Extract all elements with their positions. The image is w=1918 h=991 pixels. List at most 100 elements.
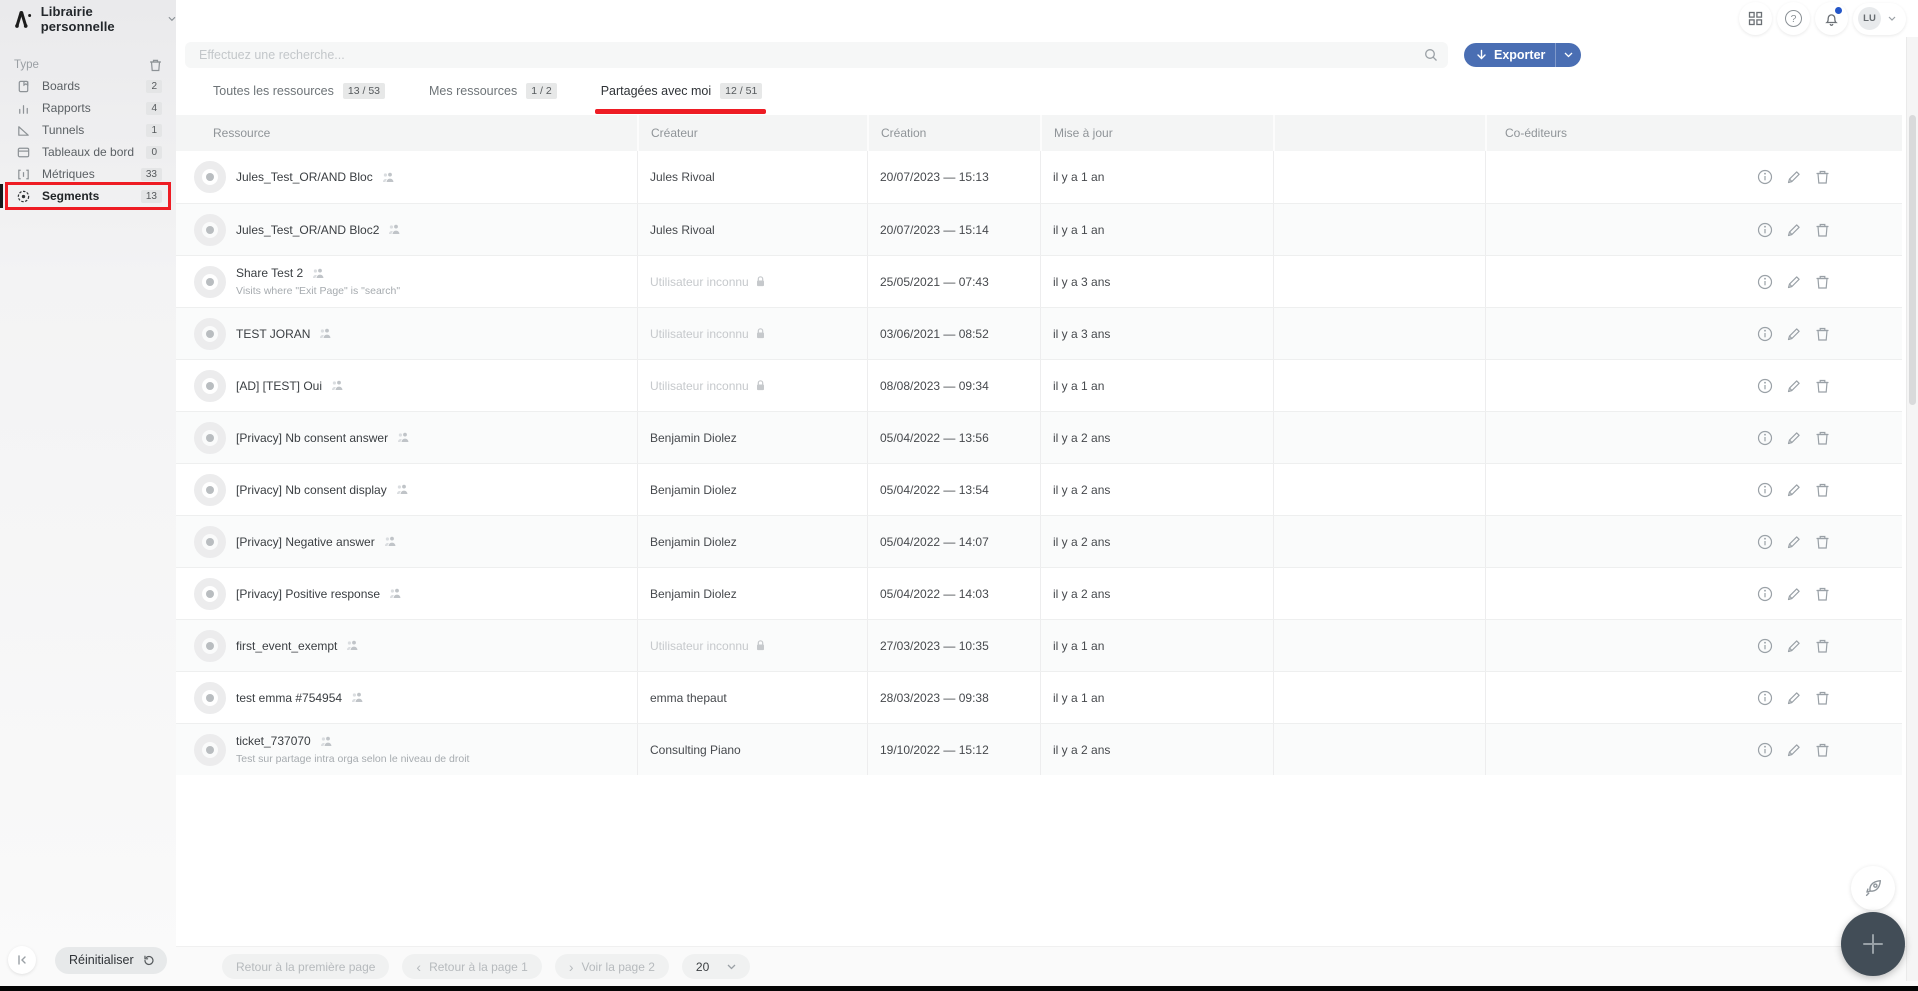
delete-trash-icon[interactable] — [1815, 586, 1830, 602]
shared-users-icon — [320, 736, 333, 747]
info-icon[interactable] — [1757, 742, 1773, 758]
table-row[interactable]: test emma #754954 emma thepaut 28/03/202… — [176, 671, 1902, 723]
sidebar-item-tableaux-de-bord[interactable]: Tableaux de bord 0 — [0, 141, 176, 163]
page-size-select[interactable]: 20 — [682, 954, 750, 979]
edit-pencil-icon[interactable] — [1786, 690, 1802, 706]
info-icon[interactable] — [1757, 638, 1773, 654]
sidebar-item-boards[interactable]: Boards 2 — [0, 75, 176, 97]
chevron-down-icon — [168, 16, 176, 22]
table-row[interactable]: [AD] [TEST] Oui Utilisateur inconnu 08/0… — [176, 359, 1902, 411]
table-row[interactable]: [Privacy] Nb consent answer Benjamin Dio… — [176, 411, 1902, 463]
info-icon[interactable] — [1757, 430, 1773, 446]
next-page-button[interactable]: › Voir la page 2 — [555, 954, 669, 979]
delete-trash-icon[interactable] — [1815, 430, 1830, 446]
lock-icon — [756, 276, 765, 287]
info-icon[interactable] — [1757, 222, 1773, 238]
resource-name: test emma #754954 — [236, 691, 342, 705]
grid-icon — [1748, 11, 1763, 26]
workspace-title: Librairie personnelle — [41, 4, 154, 34]
info-icon[interactable] — [1757, 169, 1773, 185]
apps-grid-button[interactable] — [1739, 2, 1772, 35]
delete-trash-icon[interactable] — [1815, 742, 1830, 758]
previous-page-button[interactable]: ‹ Retour à la page 1 — [402, 954, 541, 979]
table-row[interactable]: first_event_exempt Utilisateur inconnu 2… — [176, 619, 1902, 671]
sidebar-item-metriques[interactable]: Métriques 33 — [0, 163, 176, 185]
collapse-sidebar-button[interactable] — [8, 946, 36, 974]
delete-trash-icon[interactable] — [1815, 274, 1830, 290]
edit-pencil-icon[interactable] — [1786, 742, 1802, 758]
download-icon — [1476, 49, 1487, 61]
scrollbar-thumb[interactable] — [1909, 115, 1916, 405]
clear-filter-trash-icon[interactable] — [149, 58, 162, 72]
creator-name: Jules Rivoal — [650, 223, 715, 237]
export-options-button[interactable] — [1555, 43, 1581, 67]
sidebar-item-segments[interactable]: Segments 13 — [0, 185, 176, 207]
segment-icon — [16, 189, 31, 204]
search-input[interactable] — [199, 48, 1424, 62]
info-icon[interactable] — [1757, 534, 1773, 550]
info-icon[interactable] — [1757, 378, 1773, 394]
creation-date-cell: 03/06/2021 — 08:52 — [867, 308, 1040, 359]
delete-trash-icon[interactable] — [1815, 378, 1830, 394]
info-icon[interactable] — [1757, 274, 1773, 290]
vertical-scrollbar[interactable] — [1906, 37, 1918, 981]
edit-pencil-icon[interactable] — [1786, 638, 1802, 654]
type-section-label: Type — [14, 59, 39, 71]
info-icon[interactable] — [1757, 690, 1773, 706]
table-row[interactable]: Jules_Test_OR/AND Bloc2 Jules Rivoal 20/… — [176, 203, 1902, 255]
shared-users-icon — [346, 640, 359, 651]
table-row[interactable]: ticket_737070 Test sur partage intra org… — [176, 723, 1902, 775]
table-row[interactable]: TEST JORAN Utilisateur inconnu 03/06/202… — [176, 307, 1902, 359]
edit-pencil-icon[interactable] — [1786, 430, 1802, 446]
reset-filters-button[interactable]: Réinitialiser — [55, 947, 167, 974]
table-row[interactable]: [Privacy] Negative answer Benjamin Diole… — [176, 515, 1902, 567]
search-bar[interactable] — [185, 42, 1448, 68]
help-button[interactable]: ? — [1777, 2, 1810, 35]
delete-trash-icon[interactable] — [1815, 534, 1830, 550]
delete-trash-icon[interactable] — [1815, 326, 1830, 342]
delete-trash-icon[interactable] — [1815, 638, 1830, 654]
edit-pencil-icon[interactable] — [1786, 482, 1802, 498]
edit-pencil-icon[interactable] — [1786, 169, 1802, 185]
page-size-value: 20 — [696, 960, 719, 974]
resource-cell: ticket_737070 Test sur partage intra org… — [176, 724, 637, 775]
row-actions — [1757, 638, 1830, 654]
feedback-rocket-button[interactable] — [1851, 866, 1895, 910]
row-actions — [1757, 378, 1830, 394]
edit-pencil-icon[interactable] — [1786, 534, 1802, 550]
plus-icon — [1860, 931, 1886, 957]
tab-mes-ressources[interactable]: Mes ressources 1 / 2 — [429, 83, 557, 101]
table-row[interactable]: [Privacy] Positive response Benjamin Dio… — [176, 567, 1902, 619]
delete-trash-icon[interactable] — [1815, 222, 1830, 238]
tab-partagees-avec-moi[interactable]: Partagées avec moi 12 / 51 — [601, 83, 763, 101]
edit-pencil-icon[interactable] — [1786, 326, 1802, 342]
delete-trash-icon[interactable] — [1815, 482, 1830, 498]
info-icon[interactable] — [1757, 326, 1773, 342]
table-row[interactable]: [Privacy] Nb consent display Benjamin Di… — [176, 463, 1902, 515]
notifications-button[interactable] — [1815, 2, 1848, 35]
table-row[interactable]: Jules_Test_OR/AND Bloc Jules Rivoal 20/0… — [176, 151, 1902, 203]
row-actions — [1757, 430, 1830, 446]
delete-trash-icon[interactable] — [1815, 690, 1830, 706]
bar-chart-icon — [16, 101, 31, 116]
workspace-switcher[interactable]: Librairie personnelle — [0, 0, 176, 37]
edit-pencil-icon[interactable] — [1786, 222, 1802, 238]
sidebar-item-tunnels[interactable]: Tunnels 1 — [0, 119, 176, 141]
edit-pencil-icon[interactable] — [1786, 274, 1802, 290]
tab-toutes-les-ressources[interactable]: Toutes les ressources 13 / 53 — [213, 83, 385, 101]
edit-pencil-icon[interactable] — [1786, 586, 1802, 602]
first-page-button[interactable]: Retour à la première page — [222, 954, 389, 979]
sidebar-item-rapports[interactable]: Rapports 4 — [0, 97, 176, 119]
updated-cell: il y a 1 an — [1040, 672, 1273, 723]
count-badge: 0 — [146, 146, 162, 159]
updated-cell: il y a 2 ans — [1040, 412, 1273, 463]
delete-trash-icon[interactable] — [1815, 169, 1830, 185]
export-button[interactable]: Exporter — [1464, 43, 1555, 67]
table-row[interactable]: Share Test 2 Visits where "Exit Page" is… — [176, 255, 1902, 307]
info-icon[interactable] — [1757, 482, 1773, 498]
lock-icon — [756, 328, 765, 339]
user-menu[interactable]: LU — [1853, 3, 1906, 35]
create-resource-button[interactable] — [1841, 912, 1905, 976]
info-icon[interactable] — [1757, 586, 1773, 602]
edit-pencil-icon[interactable] — [1786, 378, 1802, 394]
